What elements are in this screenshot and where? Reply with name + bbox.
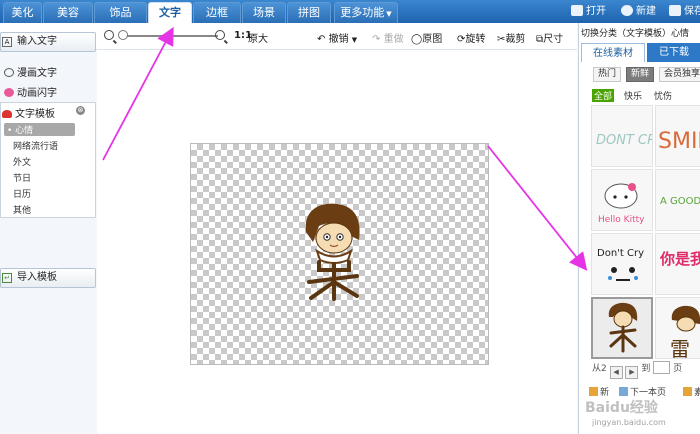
arrow-to-text-tab <box>102 26 174 161</box>
arrow-to-thumbnail <box>487 145 588 271</box>
annotation-arrows <box>102 26 588 271</box>
